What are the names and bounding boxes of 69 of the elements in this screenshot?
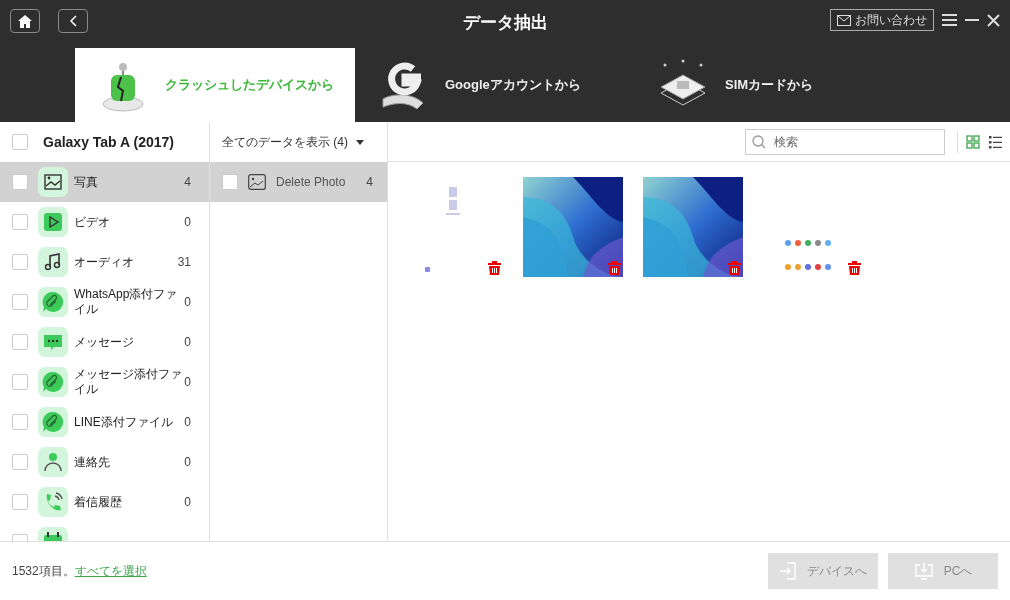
category-count: 0 xyxy=(184,214,191,231)
category-count: 4 xyxy=(184,174,191,191)
home-button[interactable] xyxy=(10,9,40,33)
category-label[interactable]: LINE添付ファイル xyxy=(74,414,183,430)
trash-icon[interactable] xyxy=(848,261,861,275)
category-label[interactable]: メッセージ添付ファイル xyxy=(74,367,183,397)
enter-icon xyxy=(779,561,797,581)
item-count: 1532項目。 xyxy=(12,563,75,580)
grid-view-icon[interactable] xyxy=(966,134,980,149)
device-name: Galaxy Tab A (2017) xyxy=(43,132,174,152)
category-count: 0 xyxy=(184,454,191,471)
source-tab[interactable]: Googleアカウントから xyxy=(355,48,635,122)
source-tab[interactable]: SIMカードから xyxy=(635,48,915,122)
category-label[interactable]: 写真 xyxy=(74,174,183,190)
category-count: 0 xyxy=(184,294,191,311)
folder-row[interactable]: Delete Photo 4 xyxy=(210,162,387,202)
trash-icon[interactable] xyxy=(488,261,501,275)
category-label[interactable]: 連絡先 xyxy=(74,454,183,470)
back-button[interactable] xyxy=(58,9,88,33)
search-field[interactable]: 検索 xyxy=(745,128,945,155)
checkbox[interactable] xyxy=(12,414,28,430)
category-count: 0 xyxy=(184,374,191,391)
category-count: 31 xyxy=(177,254,191,271)
checkbox[interactable] xyxy=(12,454,28,470)
checkbox[interactable] xyxy=(12,294,28,310)
folder-count: 4 xyxy=(366,174,373,191)
checkbox[interactable] xyxy=(12,214,28,230)
paperclip-bubble-icon xyxy=(38,367,68,397)
trash-icon[interactable] xyxy=(728,261,741,275)
category-label[interactable]: メッセージ xyxy=(74,334,183,350)
search-icon xyxy=(752,134,766,149)
trash-icon[interactable] xyxy=(608,261,621,275)
checkbox[interactable] xyxy=(12,174,28,190)
download-icon xyxy=(913,561,934,581)
photo-icon xyxy=(38,167,68,197)
list-view-icon[interactable] xyxy=(988,134,1002,149)
person-icon xyxy=(38,447,68,477)
mail-icon xyxy=(837,14,851,26)
close-icon[interactable] xyxy=(987,13,1000,27)
phone-icon xyxy=(38,487,68,517)
paperclip-bubble-icon xyxy=(38,407,68,437)
filter-dropdown[interactable]: 全てのデータを表示 (4) xyxy=(222,133,364,151)
chat-bubble-icon xyxy=(38,327,68,357)
checkbox[interactable] xyxy=(12,134,28,150)
home-icon xyxy=(18,14,32,28)
menu-icon[interactable] xyxy=(942,14,957,26)
minimize-icon[interactable] xyxy=(965,19,979,21)
category-row[interactable]: 写真 4 xyxy=(0,162,209,202)
image-icon xyxy=(248,174,266,190)
category-count: 0 xyxy=(184,334,191,351)
category-label[interactable]: WhatsApp添付ファイル xyxy=(74,287,183,317)
checkbox[interactable] xyxy=(12,494,28,510)
folder-label[interactable]: Delete Photo xyxy=(276,173,367,191)
category-count: 0 xyxy=(184,494,191,511)
category-count: 0 xyxy=(184,414,191,431)
category-label[interactable]: 着信履歴 xyxy=(74,494,183,510)
window-title: データ抽出 xyxy=(462,12,548,34)
checkbox[interactable] xyxy=(12,334,28,350)
checkbox[interactable] xyxy=(12,374,28,390)
paperclip-bubble-icon xyxy=(38,287,68,317)
checkbox[interactable] xyxy=(222,174,238,190)
back-icon xyxy=(69,15,77,27)
category-label[interactable]: ビデオ xyxy=(74,214,183,230)
contact-button[interactable]: お問い合わせ xyxy=(830,9,934,31)
category-label[interactable]: オーディオ xyxy=(74,254,176,270)
music-note-icon xyxy=(38,247,68,277)
checkbox[interactable] xyxy=(12,254,28,270)
caret-icon xyxy=(356,139,364,145)
video-icon xyxy=(38,207,68,237)
